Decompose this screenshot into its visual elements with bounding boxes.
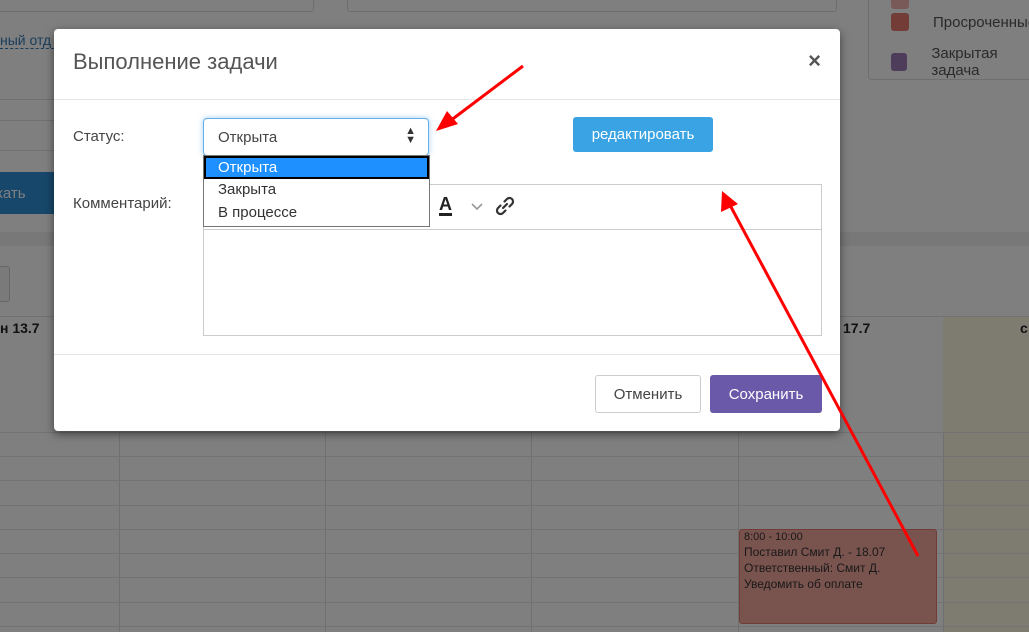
status-label: Статус: <box>73 128 125 145</box>
modal-title: Выполнение задачи <box>73 49 278 74</box>
task-completion-modal: Выполнение задачи × Статус: Открыта ▲ ▼ О… <box>54 29 840 431</box>
status-select[interactable]: Открыта ▲ ▼ <box>203 118 429 156</box>
link-icon[interactable] <box>494 195 516 222</box>
save-button[interactable]: Сохранить <box>710 375 822 413</box>
status-option-in-progress[interactable]: В процессе <box>204 202 429 225</box>
close-icon[interactable]: × <box>808 48 821 74</box>
font-color-icon[interactable]: A <box>439 194 452 215</box>
cancel-button[interactable]: Отменить <box>595 375 701 413</box>
comment-text-area[interactable] <box>204 230 821 335</box>
status-option-open[interactable]: Открыта <box>204 156 429 179</box>
modal-header: Выполнение задачи × <box>54 29 840 100</box>
chevron-down-icon[interactable] <box>470 197 484 218</box>
status-option-closed[interactable]: Закрыта <box>204 179 429 202</box>
font-color-glyph: A <box>439 194 452 214</box>
edit-button[interactable]: редактировать <box>573 117 713 152</box>
status-select-value: Открыта <box>218 129 278 146</box>
modal-footer: Отменить Сохранить <box>54 354 840 432</box>
sort-arrows-icon: ▲ ▼ <box>405 125 416 146</box>
comment-label: Комментарий: <box>73 195 172 212</box>
status-dropdown-list[interactable]: Открыта Закрыта В процессе <box>203 155 430 227</box>
